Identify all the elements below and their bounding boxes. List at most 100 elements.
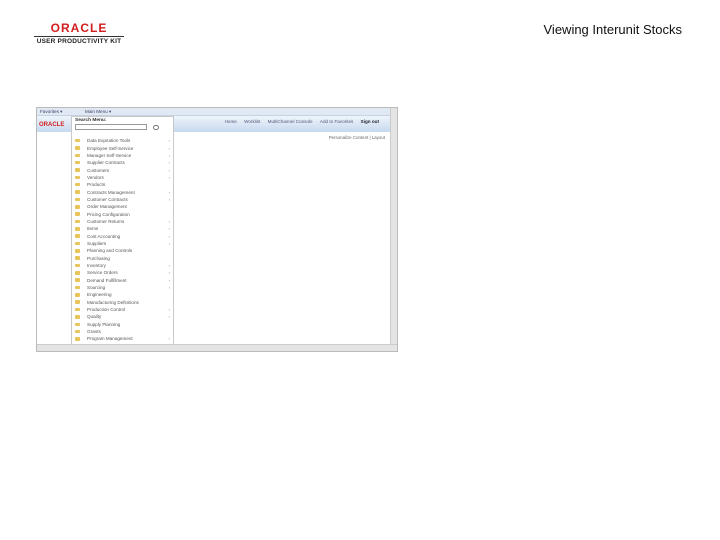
folder-icon [75,329,80,334]
menu-item[interactable]: Supply Planning [72,321,173,328]
menu-item[interactable]: Order Management [72,203,173,210]
chevron-right-icon: › [168,189,170,195]
chevron-right-icon: › [168,145,170,151]
link-home[interactable]: Home [225,119,237,124]
menu-item-label: Pricing Configuration [87,211,130,217]
menu-item-label: Manufacturing Definitions [87,299,139,305]
menu-item[interactable]: Vendors › [72,174,173,181]
menu-item[interactable]: Items › [72,225,173,232]
menu-item-label: Suppliers [87,240,107,246]
menu-item-label: Grants [87,329,101,335]
chevron-right-icon: › [168,240,170,246]
menu-item[interactable]: Quality › [72,313,173,320]
menu-item[interactable]: Demand Fulfillment › [72,277,173,284]
menu-item-label: Planning and Controls [87,248,133,254]
search-menu-label: Search Menu: [75,118,107,123]
folder-icon [75,278,80,282]
menu-item-label: Program Management [87,336,133,342]
search-go-icon[interactable] [153,124,159,130]
folder-icon [75,315,80,319]
menu-item[interactable]: Inventory › [72,262,173,269]
app-screenshot: Favorites ▾ Main Menu ▾ ORACLE Home Work… [36,107,398,352]
link-add-favorites[interactable]: Add to Favorites [320,119,353,124]
chevron-right-icon: › [168,336,170,342]
menu-item[interactable]: Cost Accounting › [72,232,173,239]
menu-item[interactable]: Customer Returns › [72,218,173,225]
chevron-right-icon: › [168,270,170,276]
menu-item[interactable]: Customer Contracts › [72,196,173,203]
menu-item-label: Supplier Contracts [87,160,125,166]
menu-item[interactable]: Purchasing [72,255,173,262]
folder-icon [75,249,80,253]
main-menu-dropdown: Search Menu: Data Expiration Tools › Emplo… [71,116,174,349]
page-title: Viewing Interunit Stocks [543,22,683,37]
menu-item-label: Purchasing [87,255,110,261]
menu-item[interactable]: Supplier Contracts › [72,159,173,166]
search-menu-input[interactable] [75,124,147,130]
menu-item[interactable]: Employee Self-Service › [72,144,173,151]
menu-item-label: Contracts Management [87,189,135,195]
menu-item[interactable]: Manager Self-Service › [72,152,173,159]
folder-icon [75,168,80,172]
chevron-right-icon: › [168,196,170,202]
folder-icon [75,293,80,297]
menu-item[interactable]: Planning and Controls [72,247,173,254]
chevron-right-icon: › [168,167,170,173]
link-worklist[interactable]: Worklist [244,119,260,124]
menu-item-label: Inventory [87,263,106,269]
chevron-right-icon: › [168,233,170,239]
tab-favorites[interactable]: Favorites ▾ [40,109,62,115]
folder-icon [75,241,80,246]
menu-item[interactable]: Pricing Configuration [72,210,173,217]
chevron-right-icon: › [168,226,170,232]
folder-icon [75,219,80,224]
link-sign-out[interactable]: Sign out [361,119,379,124]
folder-icon [75,337,80,341]
menu-item-label: Supply Planning [87,321,121,327]
chevron-right-icon: › [168,152,170,158]
menu-item-label: Customers [87,167,110,173]
vertical-scrollbar[interactable] [390,108,397,346]
menu-item-label: Vendors [87,174,104,180]
menu-item[interactable]: Service Orders › [72,269,173,276]
menu-item[interactable]: Grants [72,328,173,335]
link-multichannel[interactable]: MultiChannel Console [268,119,313,124]
folder-icon [75,307,80,312]
menu-item[interactable]: Engineering [72,291,173,298]
folder-icon [75,160,80,165]
folder-icon [75,256,80,260]
folder-icon [75,190,80,194]
menu-item[interactable]: Manufacturing Definitions [72,299,173,306]
menu-item[interactable]: Data Expiration Tools › [72,137,173,144]
menu-item-label: Cost Accounting [87,233,121,239]
chevron-right-icon: › [168,277,170,283]
header-links: Home Worklist MultiChannel Console Add t… [219,119,379,124]
app-logo: ORACLE [39,122,65,128]
folder-icon [75,227,80,231]
oracle-upk-logo: ORACLE USER PRODUCTIVITY KIT [34,22,124,45]
chevron-right-icon: › [168,307,170,313]
menu-item[interactable]: Production Control › [72,306,173,313]
chevron-right-icon: › [168,314,170,320]
chevron-right-icon: › [168,138,170,144]
menu-item[interactable]: Products [72,181,173,188]
tab-main-menu[interactable]: Main Menu ▾ [85,109,111,115]
chevron-right-icon: › [168,218,170,224]
menu-item[interactable]: Sourcing › [72,284,173,291]
menu-item-label: Sourcing [87,285,106,291]
menu-item-label: Customer Contracts [87,196,128,202]
folder-icon [75,271,80,275]
folder-icon [75,153,80,158]
menu-item[interactable]: Suppliers › [72,240,173,247]
folder-icon [75,175,80,180]
menu-item-label: Demand Fulfillment [87,277,127,283]
menu-item[interactable]: Program Management › [72,335,173,342]
menu-item-label: Products [87,182,106,188]
horizontal-scrollbar[interactable] [37,344,397,351]
chevron-right-icon: › [168,160,170,166]
menu-item[interactable]: Customers › [72,166,173,173]
menu-item-label: Data Expiration Tools [87,138,131,144]
menu-item[interactable]: Contracts Management › [72,188,173,195]
menu-item-label: Quality [87,314,102,320]
personalize-link[interactable]: Personalize Content | Layout [329,135,385,140]
